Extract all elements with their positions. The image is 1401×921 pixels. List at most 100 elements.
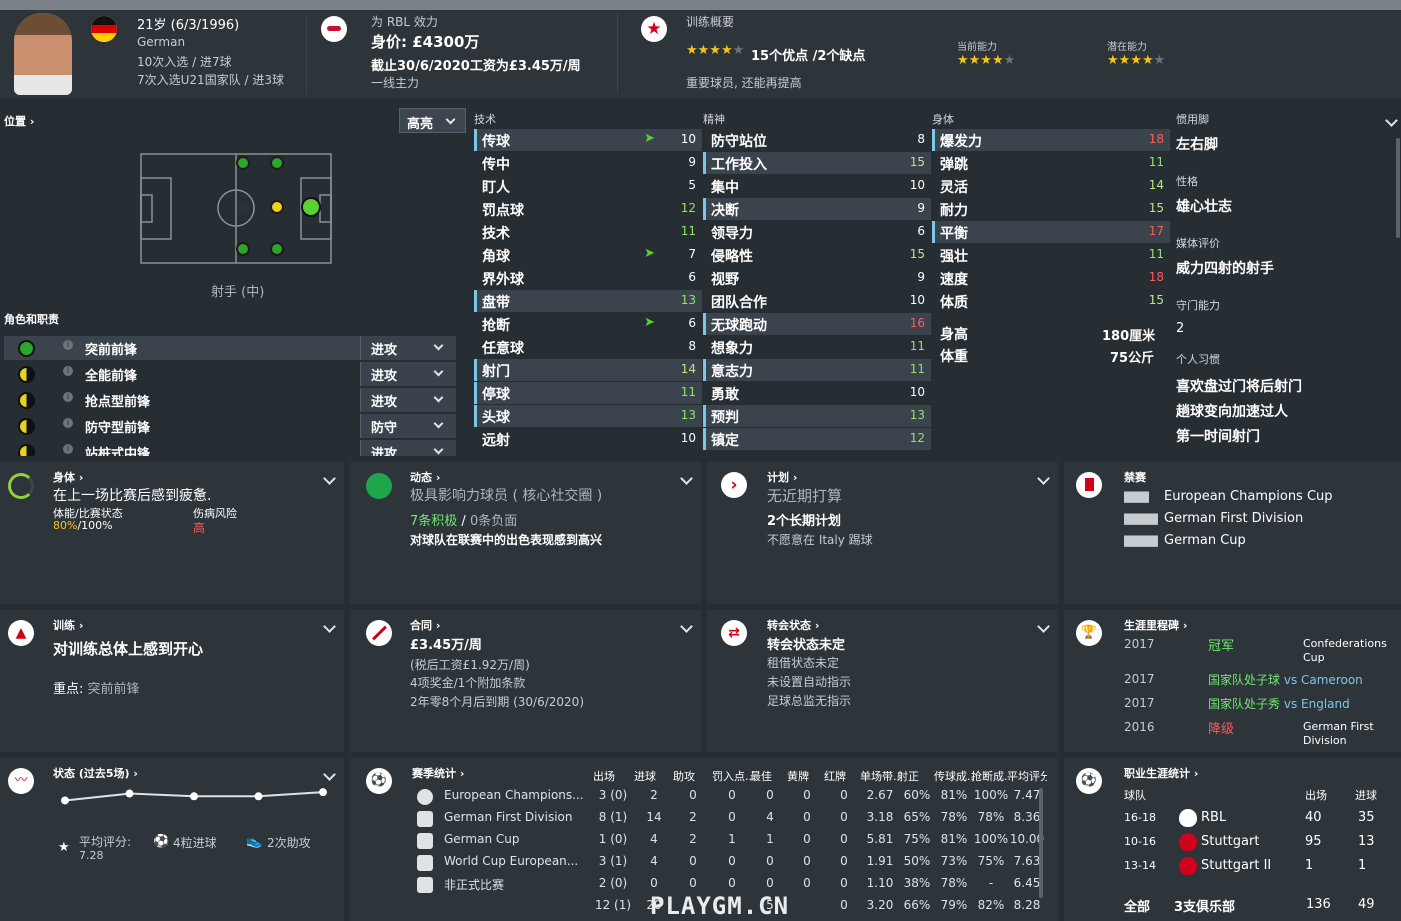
form-point[interactable] <box>190 792 198 801</box>
milestone-vs: vs Cameroon <box>1283 673 1363 687</box>
body-title[interactable]: 身体 › <box>53 469 83 485</box>
scrollbar[interactable] <box>1039 788 1043 898</box>
attribute-row: 意志力 11 <box>703 359 931 381</box>
dynamics-title[interactable]: 动态 › <box>410 469 440 485</box>
attribute-value: 18 <box>1148 132 1164 146</box>
column-header[interactable]: 出场 <box>593 768 633 784</box>
competition-logo-icon <box>417 789 433 805</box>
attribute-value: 10 <box>909 293 925 307</box>
attributes-panel: 位置 › 高亮 射手 (中) 角色和职责 i 突前前锋 进攻 i 全能前锋 进攻 i 抢点型前… <box>0 98 1401 458</box>
competition-name[interactable]: German Cup <box>444 832 584 846</box>
chevron-down-icon[interactable] <box>1037 620 1050 633</box>
career-club[interactable]: Stuttgart II <box>1201 858 1271 873</box>
column-header[interactable]: 助攻 <box>673 768 713 784</box>
milestones-title[interactable]: 生涯里程碑 › <box>1124 617 1187 633</box>
injury-value: 高 <box>193 521 206 535</box>
milestone-text: 国家队处子秀 <box>1208 697 1281 711</box>
column-header[interactable]: 最佳 <box>750 768 790 784</box>
column-header[interactable]: 红牌 <box>824 768 864 784</box>
attribute-row: 远射 10 <box>474 428 702 450</box>
attribute-row: 镇定 12 <box>703 428 931 450</box>
competition-logo-icon <box>417 833 433 849</box>
stat-cell: 3 (0) <box>598 788 628 802</box>
column-header[interactable]: 单场带... <box>860 768 900 784</box>
career-apps: 40 <box>1305 810 1322 825</box>
column-header[interactable]: 射正 <box>897 768 937 784</box>
chevron-down-icon[interactable] <box>323 620 336 633</box>
milestone-extra: German First Division <box>1303 720 1374 747</box>
assists-count: 2次助攻 <box>267 836 311 850</box>
goals-count: 4粒进球 <box>173 836 217 850</box>
attribute-row: 集中 10 <box>703 175 931 197</box>
attribute-value: 13 <box>680 293 696 307</box>
career-club[interactable]: RBL <box>1201 810 1226 825</box>
attribute-value: 11 <box>1148 247 1164 261</box>
attribute-name: 技术 <box>482 226 510 242</box>
attribute-row: 任意球 8 <box>474 336 702 358</box>
chevron-down-icon[interactable] <box>323 472 336 485</box>
club-crest-icon <box>1179 809 1197 827</box>
stat-cell: 3 (1) <box>598 854 628 868</box>
attribute-name: 传球 <box>482 134 510 150</box>
attribute-value: 8 <box>688 339 696 353</box>
form-point[interactable] <box>61 796 69 805</box>
average-label: 平均评分: <box>79 835 132 849</box>
bans-card: 禁赛 ▇▇▇ European Champions Cup ▇▇▇▇ Germa… <box>1064 462 1401 604</box>
attribute-row: 工作投入 15 <box>703 152 931 174</box>
form-point[interactable] <box>254 792 263 801</box>
attribute-value: 9 <box>917 201 925 215</box>
attribute-row: 盯人 5 <box>474 175 702 197</box>
fitness-max: /100% <box>77 519 113 532</box>
plans-long: 2个长期计划 <box>767 514 842 529</box>
column-header[interactable]: 传球成... <box>934 768 974 784</box>
weight-label: 体重 <box>940 349 968 365</box>
attribute-name: 灵活 <box>940 180 968 196</box>
attribute-name: 速度 <box>940 272 968 288</box>
career-total-goals: 49 <box>1358 897 1375 912</box>
form-point[interactable] <box>125 789 134 798</box>
foot-value: 左右脚 <box>1176 137 1218 153</box>
germany-flag-icon <box>91 16 117 42</box>
player-u21-caps: 7次入选U21国家队 / 进3球 <box>137 73 284 87</box>
attribute-name: 意志力 <box>711 364 753 380</box>
chevron-down-icon[interactable] <box>1037 472 1050 485</box>
attribute-value: 11 <box>680 224 696 238</box>
form-point[interactable] <box>319 788 327 797</box>
chevron-down-icon[interactable] <box>323 768 336 781</box>
contract-title[interactable]: 合同 › <box>410 617 440 633</box>
training-text: 对训练总体上感到开心 <box>53 640 204 658</box>
dynamics-text: 极具影响力球员 ( 核心社交圈 ) <box>410 488 603 504</box>
attribute-row: 射门 14 <box>474 359 702 381</box>
attribute-row: 抢断 6 ➤ <box>474 313 702 335</box>
form-title[interactable]: 状态 (过去5场) › <box>53 765 138 781</box>
competition-name[interactable]: European Champions... <box>444 788 584 802</box>
chevron-down-icon[interactable] <box>680 620 693 633</box>
column-header[interactable]: 平均评分 <box>1007 768 1047 784</box>
chevron-down-icon[interactable] <box>1385 114 1398 127</box>
contract-expire: 2年零8个月后到期 <box>410 695 510 709</box>
stat-cell: 2 (0) <box>598 876 628 890</box>
chevron-down-icon[interactable] <box>680 472 693 485</box>
transfer-card: ⇄ 转会状态 › 转会状态未定 租借状态未定 未设置自动指示 足球总监无指示 <box>707 610 1058 752</box>
attribute-row: 平衡 17 <box>932 221 1170 243</box>
transfer-title[interactable]: 转会状态 › <box>767 617 819 633</box>
competition-name[interactable]: German First Division <box>444 810 584 824</box>
plans-title[interactable]: 计划 › <box>767 469 797 485</box>
column-header[interactable]: 抢断成... <box>971 768 1011 784</box>
player-age: 21岁 (6/3/1996) <box>137 18 240 33</box>
career-goals: 13 <box>1358 834 1375 849</box>
column-header[interactable]: 进球 <box>634 768 674 784</box>
attribute-value: 9 <box>688 155 696 169</box>
training-card-title[interactable]: 训练 › <box>53 617 83 633</box>
column-header[interactable]: 罚入点... <box>712 768 752 784</box>
attribute-value: 14 <box>1148 178 1164 192</box>
attribute-row: 决断 9 <box>703 198 931 220</box>
competition-name[interactable]: World Cup European... <box>444 854 584 868</box>
career-club[interactable]: Stuttgart <box>1201 834 1259 849</box>
height-label: 身高 <box>940 327 968 343</box>
column-header[interactable]: 黄牌 <box>787 768 827 784</box>
scrollbar[interactable] <box>1396 138 1400 238</box>
contract-bonus: 4项奖金/1个附加条款 <box>410 676 526 690</box>
competition-name[interactable]: 非正式比赛 <box>444 876 584 893</box>
player-caps: 10次入选 / 进7球 <box>137 55 232 69</box>
